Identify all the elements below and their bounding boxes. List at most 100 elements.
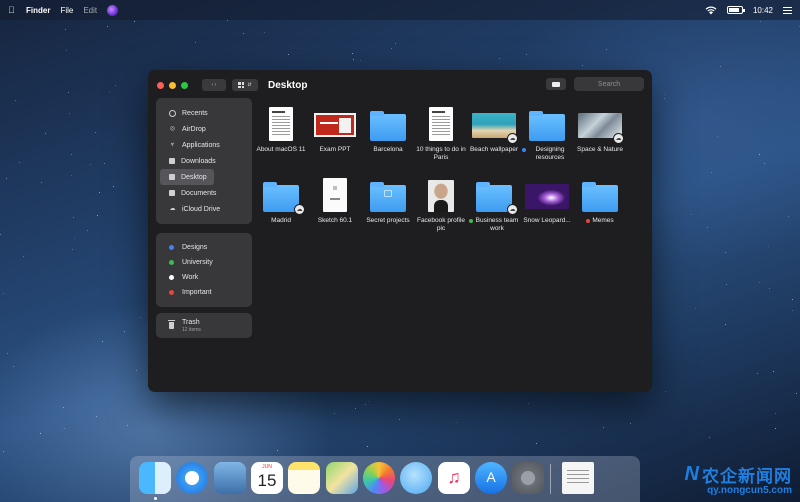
star xyxy=(96,215,98,217)
file-item[interactable]: ☁ Beach wallpaper xyxy=(469,107,519,154)
star xyxy=(772,371,774,373)
dock-document-icon[interactable] xyxy=(562,462,594,494)
star xyxy=(352,59,354,61)
menu-clock[interactable]: 10:42 xyxy=(753,6,773,15)
star xyxy=(605,49,607,51)
downloads-icon xyxy=(169,158,175,164)
minimize-button[interactable] xyxy=(169,81,176,89)
file-item[interactable]: Snow Leopard... xyxy=(522,178,572,225)
dock-calendar-icon[interactable]: JUN 15 xyxy=(251,462,283,494)
dock-notes-icon[interactable] xyxy=(288,462,320,494)
star xyxy=(629,422,631,424)
trash-label: Trash xyxy=(182,318,200,326)
dock-photos-icon[interactable] xyxy=(363,462,395,494)
control-center-icon[interactable] xyxy=(783,6,792,14)
menu-file[interactable]: File xyxy=(60,6,73,15)
calendar-month: JUN xyxy=(262,464,272,470)
folder-icon: ☁ xyxy=(256,178,306,215)
share-button[interactable] xyxy=(546,78,566,90)
sidebar-item-icloud-drive[interactable]: ☁ iCloud Drive xyxy=(160,201,248,217)
file-item[interactable]: ☁ Space & Nature xyxy=(575,107,625,154)
app-store-a-icon: A xyxy=(486,469,496,485)
sidebar-item-applications[interactable]: ⩔ Applications xyxy=(160,137,248,153)
search-field[interactable]: Search xyxy=(574,77,644,91)
star xyxy=(13,365,15,367)
sidebar-item-downloads[interactable]: Downloads xyxy=(160,153,248,169)
star xyxy=(2,292,4,294)
trash-icon xyxy=(168,320,175,329)
star xyxy=(95,131,97,133)
star xyxy=(23,256,25,258)
dock-messages-icon[interactable] xyxy=(400,462,432,494)
documents-icon xyxy=(169,190,175,196)
apple-menu-icon[interactable]:  xyxy=(8,5,18,15)
view-mode-button[interactable]: ⇵ xyxy=(232,79,258,91)
file-item[interactable]: Memes xyxy=(575,178,625,225)
sidebar-item-label: Recents xyxy=(182,109,208,117)
back-forward-button[interactable]: ‹ › xyxy=(202,79,226,91)
file-item[interactable]: ☁ Madrid xyxy=(256,178,306,225)
file-item[interactable]: Sketch 60.1 xyxy=(310,178,360,225)
star xyxy=(456,422,458,423)
file-name: Memes xyxy=(592,217,614,224)
star xyxy=(6,352,8,354)
dock-system-preferences-icon[interactable] xyxy=(512,462,544,494)
star xyxy=(664,98,666,100)
airdrop-icon: ◎ xyxy=(169,126,176,132)
file-item[interactable]: Barcelona xyxy=(363,107,413,154)
sidebar-item-desktop[interactable]: Desktop xyxy=(160,169,214,185)
file-item[interactable]: Exam PPT xyxy=(310,107,360,154)
star xyxy=(194,42,196,44)
star xyxy=(795,393,797,395)
sidebar-item-label: Downloads xyxy=(181,157,216,165)
dock-separator xyxy=(550,464,551,494)
star xyxy=(603,426,605,428)
star xyxy=(360,59,362,61)
star xyxy=(352,53,354,55)
star xyxy=(96,415,98,417)
watermark-url: qy.nongcun5.com xyxy=(707,485,792,496)
file-item[interactable]: ☁ Business team work xyxy=(469,178,519,233)
star xyxy=(767,246,769,248)
file-item[interactable]: About macOS 11 xyxy=(256,107,306,154)
file-name: Beach wallpaper xyxy=(469,146,519,153)
star xyxy=(136,370,138,372)
file-item[interactable]: Facebook profile pic xyxy=(416,178,466,233)
dock-app-store-icon[interactable]: A xyxy=(475,462,507,494)
beach-image-thumbnail: ☁ xyxy=(469,107,519,144)
tag-item-university[interactable]: University xyxy=(156,255,252,270)
menu-edit[interactable]: Edit xyxy=(83,6,97,15)
menu-app-name[interactable]: Finder xyxy=(26,6,50,15)
tag-dot-icon xyxy=(522,148,526,152)
tag-dot-icon xyxy=(169,275,174,280)
star xyxy=(759,282,761,284)
battery-icon[interactable] xyxy=(726,6,745,14)
maximize-button[interactable] xyxy=(181,81,188,89)
dock-maps-icon[interactable] xyxy=(326,462,358,494)
sidebar-trash[interactable]: Trash 12 items xyxy=(156,313,252,338)
file-item[interactable]: 10 things to do in Paris xyxy=(416,107,466,162)
star xyxy=(68,112,70,114)
star xyxy=(287,53,289,55)
wifi-icon[interactable] xyxy=(705,6,717,15)
sidebar-item-airdrop[interactable]: ◎ AirDrop xyxy=(160,121,248,137)
sidebar-item-documents[interactable]: Documents xyxy=(160,185,248,201)
file-item[interactable]: Designing resources xyxy=(522,107,572,162)
tag-item-important[interactable]: Important xyxy=(156,285,252,300)
star xyxy=(62,406,64,408)
tag-item-work[interactable]: Work xyxy=(156,270,252,285)
sidebar-item-recents[interactable]: Recents xyxy=(160,105,248,121)
file-item[interactable]: Secret projects xyxy=(363,178,413,225)
star xyxy=(133,21,135,23)
star xyxy=(227,20,229,21)
dock-safari-icon[interactable] xyxy=(176,462,208,494)
file-name: Space & Nature xyxy=(577,146,623,153)
tag-item-designs[interactable]: Designs xyxy=(156,240,252,255)
dock-preview-icon[interactable] xyxy=(214,462,246,494)
siri-icon[interactable] xyxy=(107,4,119,16)
close-button[interactable] xyxy=(157,81,164,89)
applications-icon: ⩔ xyxy=(170,142,175,148)
star xyxy=(759,153,761,155)
dock-music-icon[interactable]: ♫ xyxy=(438,462,470,494)
dock-finder-icon[interactable] xyxy=(139,462,171,494)
